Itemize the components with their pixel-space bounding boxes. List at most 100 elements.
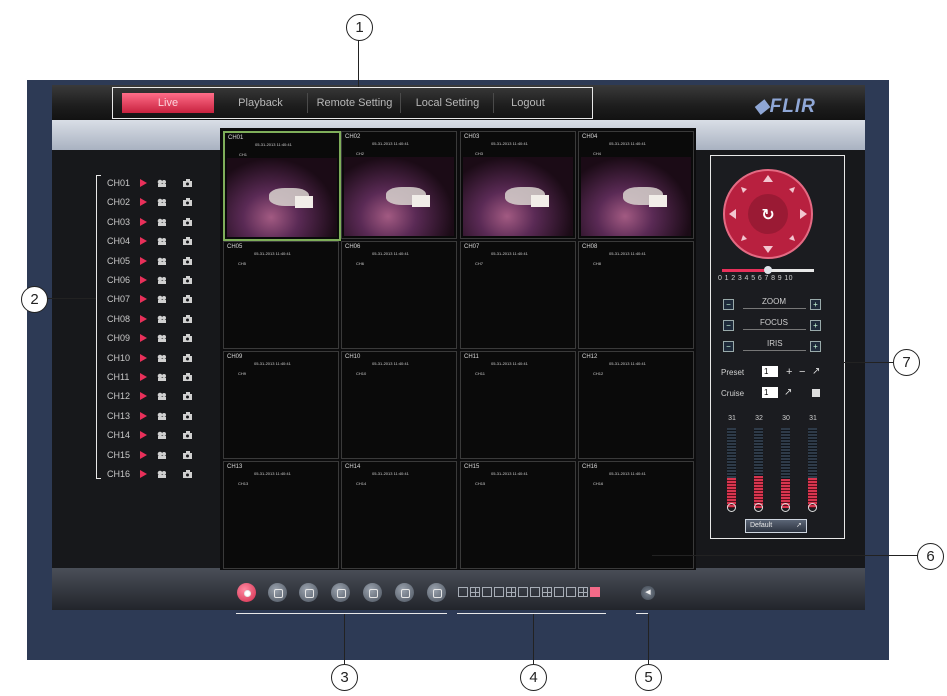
snapshot-icon[interactable]: [183, 373, 192, 381]
record-icon[interactable]: [157, 431, 167, 440]
play-icon[interactable]: [140, 334, 147, 343]
preset-go-icon[interactable]: ↗: [812, 366, 820, 377]
layout-option[interactable]: [590, 587, 600, 597]
layout-option[interactable]: [566, 587, 576, 597]
channel-row[interactable]: CH09: [107, 331, 197, 345]
video-cell[interactable]: CH04 05-31-2013 11:40:41 CH4: [578, 131, 694, 239]
play-icon[interactable]: [140, 276, 147, 284]
focus-near-button[interactable]: −: [723, 320, 734, 331]
zoom-out-button[interactable]: −: [723, 299, 734, 310]
snapshot-icon[interactable]: [183, 198, 192, 207]
record-icon[interactable]: [157, 392, 167, 401]
meter-bar[interactable]: [727, 428, 736, 508]
record-all-button[interactable]: [268, 583, 287, 602]
layout-option[interactable]: [578, 587, 588, 597]
record-icon[interactable]: [157, 179, 167, 187]
video-cell[interactable]: CH06 05-31-2013 11:40:41 CH6: [341, 241, 457, 349]
record-icon[interactable]: [157, 276, 167, 284]
layout-option[interactable]: [506, 587, 516, 597]
video-cell[interactable]: CH16 05-31-2013 11:40:41 CH16: [578, 461, 694, 569]
video-cell[interactable]: CH02 05-31-2013 11:40:41 CH2: [341, 131, 457, 239]
play-icon[interactable]: [140, 237, 147, 246]
iris-open-button[interactable]: +: [810, 341, 821, 352]
record-icon[interactable]: [157, 315, 167, 323]
video-cell[interactable]: CH10 05-31-2013 11:40:41 CH10: [341, 351, 457, 459]
record-icon[interactable]: [157, 412, 167, 420]
color-button[interactable]: [395, 583, 414, 602]
meter-bar[interactable]: [754, 428, 763, 508]
play-icon[interactable]: [140, 198, 147, 207]
video-cell[interactable]: CH05 05-31-2013 11:40:41 CH5: [223, 241, 339, 349]
play-icon[interactable]: [140, 470, 147, 478]
play-icon[interactable]: [140, 314, 147, 323]
video-cell[interactable]: CH13 05-31-2013 11:40:41 CH13: [223, 461, 339, 569]
video-cell[interactable]: CH12 05-31-2013 11:40:41 CH12: [578, 351, 694, 459]
play-icon[interactable]: [140, 295, 147, 304]
snapshot-icon[interactable]: [183, 334, 192, 343]
snapshot-icon[interactable]: [183, 179, 192, 187]
channel-row[interactable]: CH16: [107, 467, 197, 481]
ptz-direction-pad[interactable]: ↻: [721, 167, 815, 261]
layout-option[interactable]: [494, 587, 504, 597]
tab-logout[interactable]: Logout: [493, 93, 562, 113]
snapshot-icon[interactable]: [183, 295, 192, 304]
snapshot-icon[interactable]: [183, 314, 192, 323]
snapshot-icon[interactable]: [183, 450, 192, 459]
channel-row[interactable]: CH04: [107, 234, 197, 248]
layout-option[interactable]: [542, 587, 552, 597]
snapshot-icon[interactable]: [183, 276, 192, 284]
cruise-start-icon[interactable]: ↗: [784, 387, 792, 398]
play-icon[interactable]: [140, 256, 147, 265]
channel-row[interactable]: CH01: [107, 176, 197, 190]
preset-input[interactable]: 1: [762, 366, 778, 377]
preset-remove-icon[interactable]: −: [799, 366, 805, 378]
snapshot-icon[interactable]: [183, 392, 192, 401]
iris-close-button[interactable]: −: [723, 341, 734, 352]
record-icon[interactable]: [157, 237, 167, 246]
tab-local-setting[interactable]: Local Setting: [400, 93, 494, 113]
zoom-in-button[interactable]: +: [810, 299, 821, 310]
channel-row[interactable]: CH08: [107, 312, 197, 326]
snapshot-icon[interactable]: [183, 217, 192, 226]
layout-option[interactable]: [470, 587, 480, 597]
play-icon[interactable]: [140, 431, 147, 440]
play-icon[interactable]: [140, 392, 147, 401]
cruise-input[interactable]: 1: [762, 387, 778, 398]
video-cell[interactable]: CH08 05-31-2013 11:40:41 CH8: [578, 241, 694, 349]
channel-row[interactable]: CH14: [107, 428, 197, 442]
video-cell[interactable]: CH09 05-31-2013 11:40:41 CH9: [223, 351, 339, 459]
video-cell[interactable]: CH01 05-31-2013 11:40:41 CH1: [223, 131, 341, 241]
record-icon[interactable]: [157, 470, 167, 478]
channel-row[interactable]: CH15: [107, 448, 197, 462]
play-icon[interactable]: [140, 179, 147, 187]
layout-option[interactable]: [554, 587, 564, 597]
channel-row[interactable]: CH10: [107, 351, 197, 365]
snapshot-icon[interactable]: [183, 237, 192, 246]
default-button[interactable]: Default ➚: [745, 519, 807, 533]
cruise-stop-icon[interactable]: [812, 389, 820, 397]
meter-bar[interactable]: [808, 428, 817, 508]
live-play-button[interactable]: [237, 583, 256, 602]
record-icon[interactable]: [157, 198, 167, 207]
snapshot-icon[interactable]: [183, 256, 192, 265]
channel-row[interactable]: CH07: [107, 292, 197, 306]
record-icon[interactable]: [157, 257, 167, 265]
tab-remote-setting[interactable]: Remote Setting: [307, 93, 401, 113]
video-cell[interactable]: CH07 05-31-2013 11:40:41 CH7: [460, 241, 576, 349]
record-icon[interactable]: [157, 218, 167, 226]
snapshot-button[interactable]: [299, 583, 318, 602]
channel-row[interactable]: CH11: [107, 370, 197, 384]
volume-button[interactable]: ◀: [641, 586, 655, 600]
zoom-button[interactable]: [331, 583, 350, 602]
play-icon[interactable]: [140, 373, 147, 381]
play-icon[interactable]: [140, 353, 147, 362]
layout-option[interactable]: [530, 587, 540, 597]
channel-row[interactable]: CH13: [107, 409, 197, 423]
video-cell[interactable]: CH11 05-31-2013 11:40:41 CH11: [460, 351, 576, 459]
video-cell[interactable]: CH03 05-31-2013 11:40:41 CH3: [460, 131, 576, 239]
video-cell[interactable]: CH14 05-31-2013 11:40:41 CH14: [341, 461, 457, 569]
layout-option[interactable]: [482, 587, 492, 597]
play-icon[interactable]: [140, 217, 147, 226]
video-cell[interactable]: CH15 05-31-2013 11:40:41 CH15: [460, 461, 576, 569]
play-icon[interactable]: [140, 450, 147, 459]
